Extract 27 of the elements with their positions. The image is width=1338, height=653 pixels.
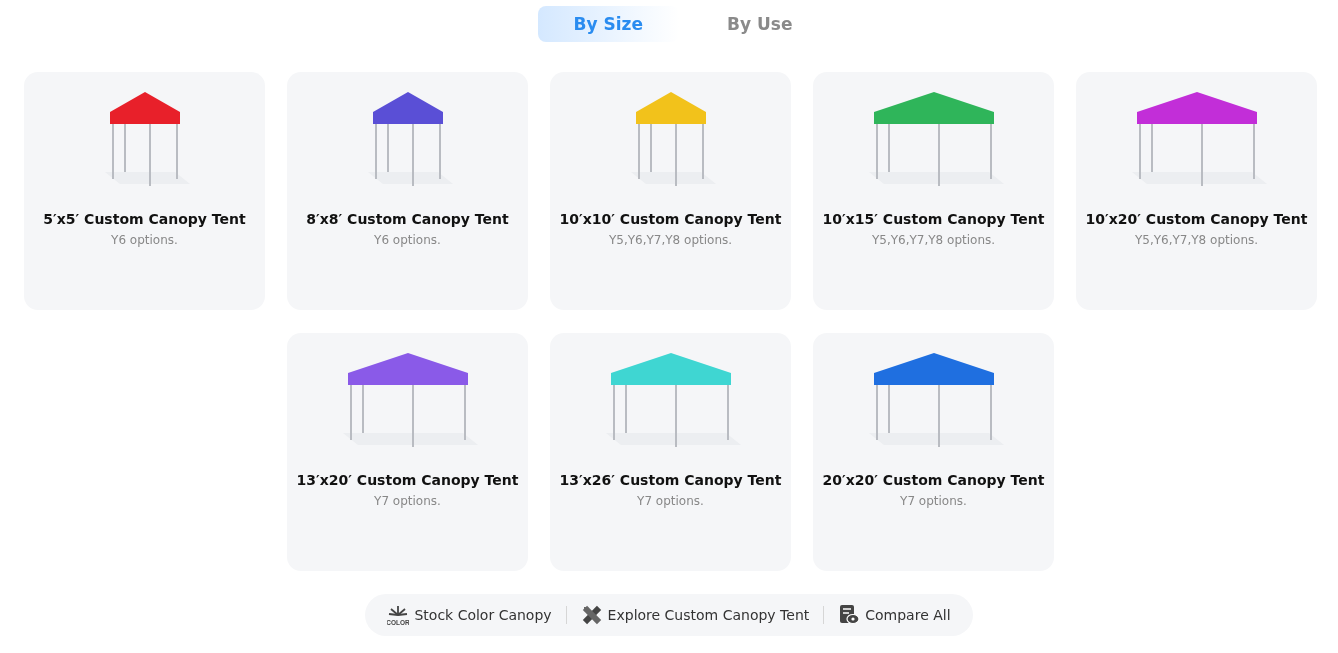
product-card[interactable]: 13′x26′ Custom Canopy Tent Y7 options.	[550, 333, 791, 571]
options-text: Y5,Y6,Y7,Y8 options.	[1134, 233, 1259, 247]
product-title: 13′x26′ Custom Canopy Tent	[559, 472, 782, 488]
product-card[interactable]: 8′x8′ Custom Canopy Tent Y6 options.	[287, 72, 528, 310]
product-title: 8′x8′ Custom Canopy Tent	[306, 211, 509, 227]
nav-link[interactable]: Compare All	[838, 604, 951, 626]
product-title: 20′x20′ Custom Canopy Tent	[822, 472, 1045, 488]
product-title: 10′x15′ Custom Canopy Tent	[822, 211, 1045, 227]
product-card[interactable]: 10′x10′ Custom Canopy Tent Y5,Y6,Y7,Y8 options.	[550, 72, 791, 310]
options-text: Y5,Y6,Y7,Y8 options.	[608, 233, 733, 247]
options-text: Y6 options.	[111, 233, 178, 247]
product-card[interactable]: 20′x20′ Custom Canopy Tent Y7 options.	[813, 333, 1054, 571]
document-compare-icon	[838, 604, 861, 626]
product-title: 10′x20′ Custom Canopy Tent	[1085, 211, 1308, 227]
product-card[interactable]: 5′x5′ Custom Canopy Tent Y6 options.	[24, 72, 265, 310]
product-card[interactable]: 10′x15′ Custom Canopy Tent Y5,Y6,Y7,Y8 options.	[813, 72, 1054, 310]
product-card[interactable]: 13′x20′ Custom Canopy Tent Y7 options.	[287, 333, 528, 571]
product-title: 10′x10′ Custom Canopy Tent	[559, 211, 782, 227]
options-text: Y5,Y6,Y7,Y8 options.	[871, 233, 996, 247]
product-title: 5′x5′ Custom Canopy Tent	[43, 211, 246, 227]
product-title: 13′x20′ Custom Canopy Tent	[296, 472, 519, 488]
options-text: Y7 options.	[374, 494, 441, 508]
options-text: Y7 options.	[900, 494, 967, 508]
nav-link[interactable]: Explore Custom Canopy Tent	[580, 604, 810, 626]
options-text: Y6 options.	[374, 233, 441, 247]
product-card[interactable]: 10′x20′ Custom Canopy Tent Y5,Y6,Y7,Y8 options.	[1076, 72, 1317, 310]
options-text: Y7 options.	[637, 494, 704, 508]
